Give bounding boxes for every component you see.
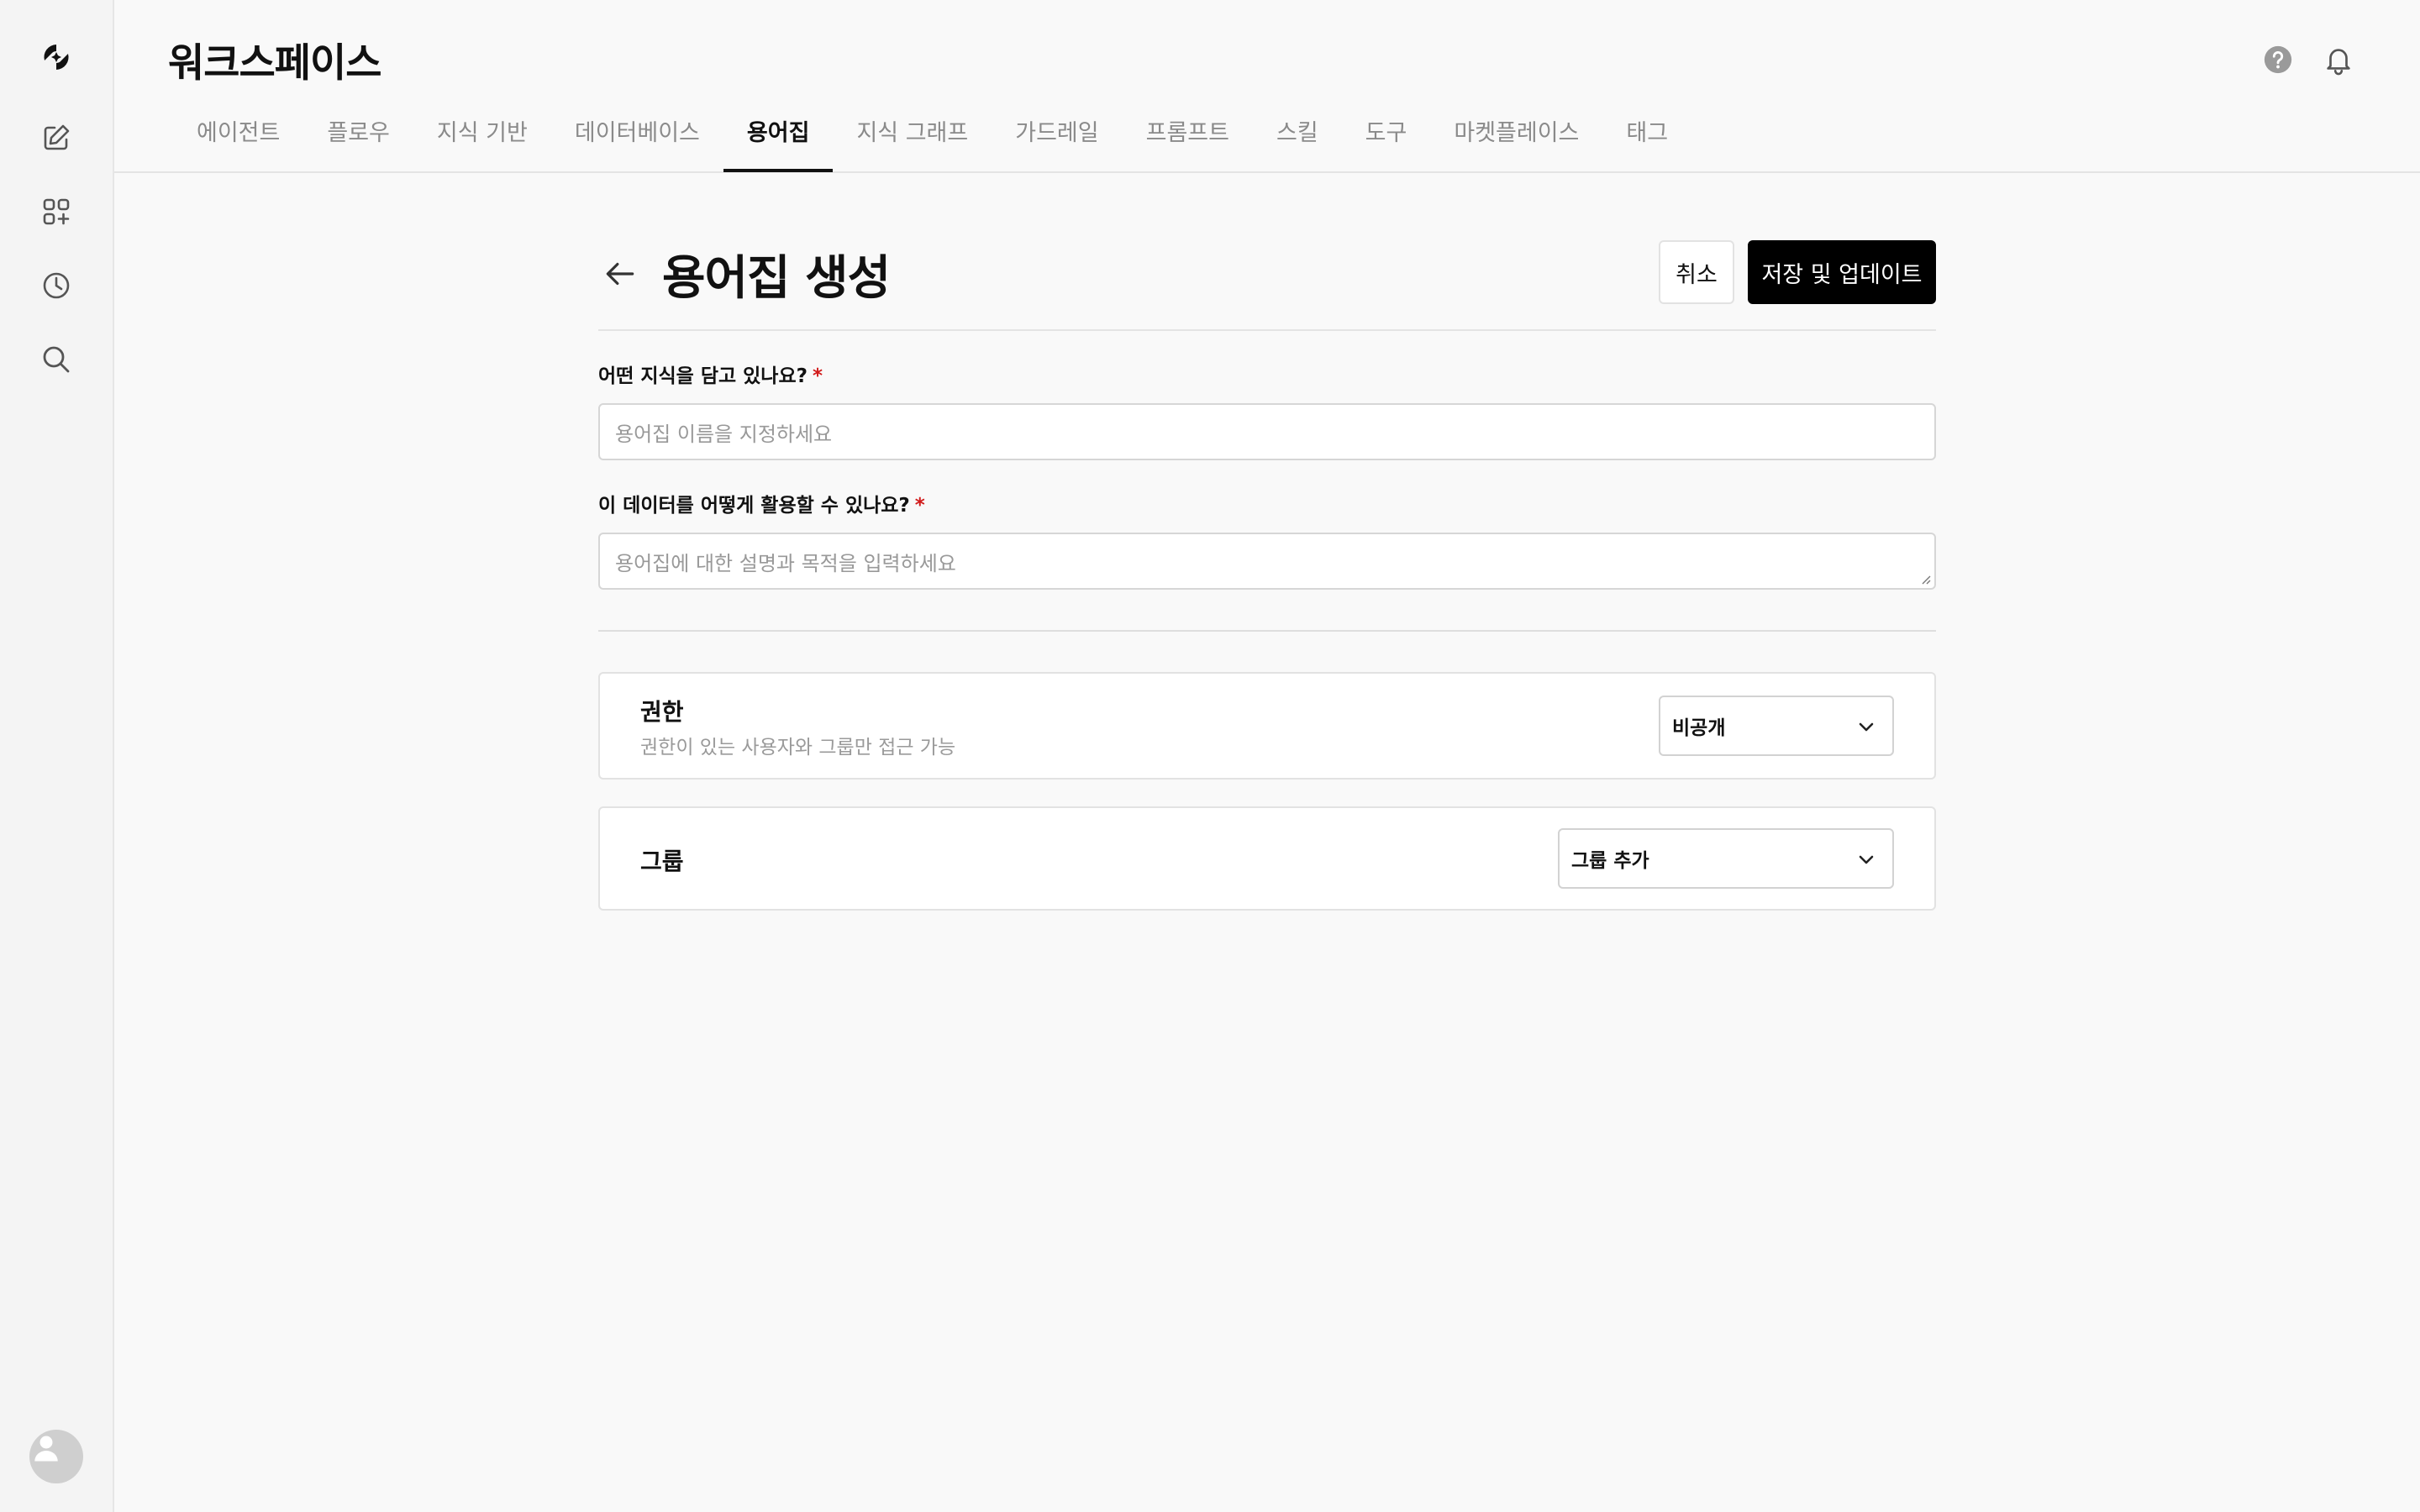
- header: 워크스페이스 에이전트 플로우 지식 기반 데이터베이스 용어집 지식 그래프 …: [114, 0, 2420, 173]
- glossary-create-form: 용어집 생성 취소 저장 및 업데이트 어떤 지식을 담고 있나요? * 용어집 …: [598, 235, 1936, 911]
- save-update-button[interactable]: 저장 및 업데이트: [1748, 240, 1936, 304]
- group-select[interactable]: 그룹 추가: [1558, 828, 1894, 889]
- page-header: 용어집 생성 취소 저장 및 업데이트: [598, 235, 1936, 331]
- tab-tags[interactable]: 태그: [1602, 114, 1691, 171]
- page-title: 용어집 생성: [662, 251, 891, 306]
- section-divider: [598, 630, 1936, 632]
- avatar[interactable]: [29, 1430, 83, 1483]
- back-arrow-icon[interactable]: [598, 252, 642, 296]
- chevron-down-icon: [1859, 722, 1874, 732]
- apps-icon[interactable]: [36, 192, 76, 232]
- tab-skills[interactable]: 스킬: [1253, 114, 1342, 171]
- bell-icon[interactable]: [2321, 42, 2356, 77]
- required-mark: *: [812, 365, 823, 387]
- resize-handle-icon[interactable]: [1921, 575, 1931, 585]
- description-field-label: 이 데이터를 어떻게 활용할 수 있나요? *: [598, 489, 1936, 517]
- search-icon[interactable]: [36, 339, 76, 380]
- group-selected-value: 그룹 추가: [1571, 850, 1649, 872]
- tab-guardrail[interactable]: 가드레일: [992, 114, 1122, 171]
- logo-icon[interactable]: [36, 37, 76, 77]
- name-field-label: 어떤 지식을 담고 있나요? *: [598, 360, 1936, 388]
- tab-knowledge-base[interactable]: 지식 기반: [413, 114, 551, 171]
- permission-title: 권한: [640, 698, 684, 726]
- glossary-description-textarea[interactable]: 용어집에 대한 설명과 목적을 입력하세요: [598, 533, 1936, 590]
- glossary-description-placeholder: 용어집에 대한 설명과 목적을 입력하세요: [615, 551, 956, 575]
- tab-prompts[interactable]: 프롬프트: [1123, 114, 1253, 171]
- edit-icon[interactable]: [36, 118, 76, 158]
- description-label-text: 이 데이터를 어떻게 활용할 수 있나요?: [598, 495, 910, 517]
- workspace-title: 워크스페이스: [168, 40, 381, 87]
- left-rail: [0, 0, 114, 1512]
- permission-card: 권한 권한이 있는 사용자와 그룹만 접근 가능 비공개: [598, 672, 1936, 780]
- tab-marketplace[interactable]: 마켓플레이스: [1430, 114, 1602, 171]
- tab-bar: 에이전트 플로우 지식 기반 데이터베이스 용어집 지식 그래프 가드레일 프롬…: [173, 114, 1691, 172]
- tab-knowledge-graph[interactable]: 지식 그래프: [833, 114, 992, 171]
- chevron-down-icon: [1859, 855, 1874, 864]
- group-card: 그룹 그룹 추가: [598, 806, 1936, 911]
- permission-description: 권한이 있는 사용자와 그룹만 접근 가능: [640, 737, 956, 759]
- cancel-button[interactable]: 취소: [1659, 240, 1734, 304]
- help-icon[interactable]: [2260, 42, 2296, 77]
- name-label-text: 어떤 지식을 담고 있나요?: [598, 365, 808, 387]
- tab-glossary[interactable]: 용어집: [723, 114, 834, 172]
- tab-database[interactable]: 데이터베이스: [551, 114, 723, 171]
- required-mark: *: [914, 495, 925, 517]
- glossary-name-placeholder: 용어집 이름을 지정하세요: [615, 422, 833, 446]
- permission-selected-value: 비공개: [1672, 717, 1726, 739]
- tab-flows[interactable]: 플로우: [303, 114, 413, 171]
- group-title: 그룹: [640, 848, 684, 875]
- history-icon[interactable]: [36, 265, 76, 306]
- glossary-name-input[interactable]: 용어집 이름을 지정하세요: [598, 403, 1936, 460]
- tab-agents[interactable]: 에이전트: [173, 114, 303, 171]
- tab-tools[interactable]: 도구: [1342, 114, 1431, 171]
- permission-select[interactable]: 비공개: [1659, 696, 1894, 756]
